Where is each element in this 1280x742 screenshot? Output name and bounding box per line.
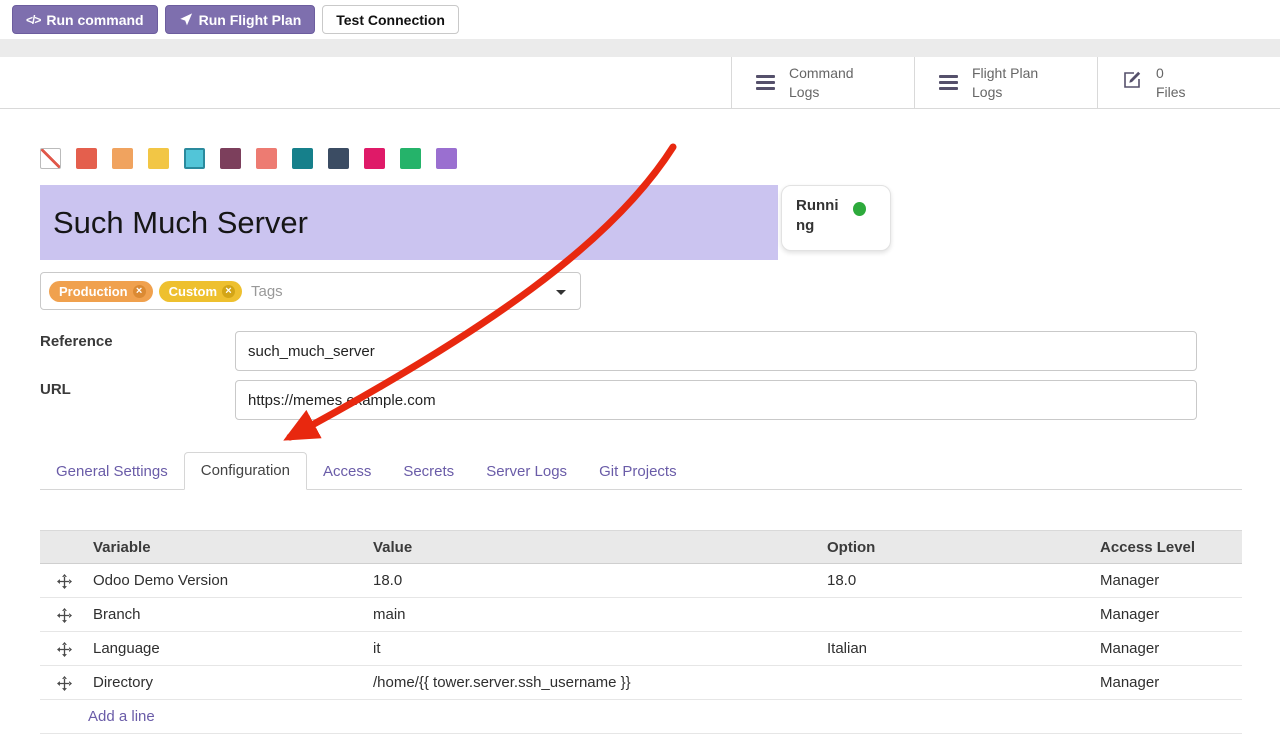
files-button[interactable]: 0 Files: [1097, 57, 1280, 108]
tab-configuration[interactable]: Configuration: [184, 452, 307, 490]
drag-handle-icon[interactable]: [40, 666, 88, 700]
files-label: 0 Files: [1156, 64, 1186, 100]
tab-general-settings[interactable]: General Settings: [40, 454, 184, 490]
record-title-field[interactable]: Such Much Server: [40, 185, 778, 260]
table-row[interactable]: Odoo Demo Version 18.0 18.0 Manager: [40, 564, 1242, 598]
drag-column-header: [40, 531, 88, 564]
dropdown-caret-icon[interactable]: [556, 290, 566, 295]
color-swatch-teal[interactable]: [292, 148, 313, 169]
reference-input[interactable]: [235, 331, 1197, 371]
status-label: Running: [796, 196, 844, 250]
cell-option[interactable]: [822, 598, 1095, 632]
cell-value[interactable]: 18.0: [368, 564, 822, 598]
code-icon: </>: [26, 13, 40, 27]
color-swatch-purple[interactable]: [436, 148, 457, 169]
cell-value[interactable]: it: [368, 632, 822, 666]
notebook-tabs: General Settings Configuration Access Se…: [40, 452, 1242, 490]
list-icon: [756, 75, 775, 90]
color-swatch-yellow[interactable]: [148, 148, 169, 169]
tags-placeholder: Tags: [251, 283, 283, 300]
record-title: Such Much Server: [53, 205, 308, 241]
color-swatch-navy[interactable]: [328, 148, 349, 169]
server-form-page: { "toolbar": { "run_command": { "icon_gl…: [0, 0, 1280, 742]
configuration-table: Variable Value Option Access Level Odoo …: [40, 530, 1242, 734]
test-connection-button[interactable]: Test Connection: [322, 5, 459, 34]
column-header-option: Option: [822, 531, 1095, 564]
run-command-label: Run command: [46, 12, 143, 28]
color-palette: [40, 148, 457, 169]
column-header-access-level: Access Level: [1095, 531, 1242, 564]
run-flight-plan-button[interactable]: Run Flight Plan: [165, 5, 316, 34]
add-line-row: Add a line: [40, 700, 1242, 734]
url-input[interactable]: [235, 380, 1197, 420]
tag-custom-label: Custom: [169, 284, 217, 299]
cell-access-level[interactable]: Manager: [1095, 598, 1242, 632]
cell-variable[interactable]: Directory: [88, 666, 368, 700]
drag-handle-icon[interactable]: [40, 564, 88, 598]
tag-production: Production: [49, 281, 153, 302]
url-label: URL: [40, 381, 71, 398]
color-swatch-red[interactable]: [76, 148, 97, 169]
edit-pencil-icon: [1122, 70, 1142, 95]
run-command-button[interactable]: </> Run command: [12, 5, 158, 34]
tab-access[interactable]: Access: [307, 454, 387, 490]
color-swatch-magenta[interactable]: [364, 148, 385, 169]
table-row[interactable]: Language it Italian Manager: [40, 632, 1242, 666]
stat-button-row: Command Logs Flight Plan Logs 0 Files: [0, 57, 1280, 109]
drag-handle-icon[interactable]: [40, 598, 88, 632]
color-swatch-plum[interactable]: [220, 148, 241, 169]
cell-variable[interactable]: Branch: [88, 598, 368, 632]
cell-access-level[interactable]: Manager: [1095, 564, 1242, 598]
cell-variable[interactable]: Language: [88, 632, 368, 666]
tag-custom: Custom: [159, 281, 242, 302]
color-swatch-salmon[interactable]: [256, 148, 277, 169]
tab-server-logs[interactable]: Server Logs: [470, 454, 583, 490]
remove-tag-icon[interactable]: [222, 285, 235, 298]
top-toolbar: </> Run command Run Flight Plan Test Con…: [12, 5, 459, 34]
drag-handle-icon[interactable]: [40, 632, 88, 666]
flight-plan-logs-label: Flight Plan Logs: [972, 64, 1038, 100]
plane-icon: [179, 13, 193, 26]
remove-tag-icon[interactable]: [133, 285, 146, 298]
tags-field[interactable]: Production Custom Tags: [40, 272, 581, 310]
list-icon: [939, 75, 958, 90]
cell-value[interactable]: /home/{{ tower.server.ssh_username }}: [368, 666, 822, 700]
cell-value[interactable]: main: [368, 598, 822, 632]
cell-access-level[interactable]: Manager: [1095, 666, 1242, 700]
cell-variable[interactable]: Odoo Demo Version: [88, 564, 368, 598]
color-none-swatch[interactable]: [40, 148, 61, 169]
run-flight-plan-label: Run Flight Plan: [199, 12, 302, 28]
table-row[interactable]: Directory /home/{{ tower.server.ssh_user…: [40, 666, 1242, 700]
reference-label: Reference: [40, 333, 113, 350]
cell-option[interactable]: Italian: [822, 632, 1095, 666]
table-row[interactable]: Branch main Manager: [40, 598, 1242, 632]
color-swatch-cyan-selected[interactable]: [184, 148, 205, 169]
add-a-line-link[interactable]: Add a line: [88, 708, 155, 725]
tab-git-projects[interactable]: Git Projects: [583, 454, 693, 490]
column-header-variable: Variable: [88, 531, 368, 564]
status-green-dot-icon: [853, 202, 866, 216]
test-connection-label: Test Connection: [336, 12, 445, 28]
color-swatch-green[interactable]: [400, 148, 421, 169]
command-logs-label: Command Logs: [789, 64, 854, 100]
column-header-value: Value: [368, 531, 822, 564]
cell-access-level[interactable]: Manager: [1095, 632, 1242, 666]
command-logs-button[interactable]: Command Logs: [731, 57, 914, 108]
tab-secrets[interactable]: Secrets: [387, 454, 470, 490]
flight-plan-logs-button[interactable]: Flight Plan Logs: [914, 57, 1097, 108]
color-swatch-orange[interactable]: [112, 148, 133, 169]
status-card[interactable]: Running: [781, 185, 891, 251]
table-header-row: Variable Value Option Access Level: [40, 531, 1242, 564]
tag-production-label: Production: [59, 284, 128, 299]
cell-option[interactable]: [822, 666, 1095, 700]
cell-option[interactable]: 18.0: [822, 564, 1095, 598]
separator-band: [0, 39, 1280, 57]
